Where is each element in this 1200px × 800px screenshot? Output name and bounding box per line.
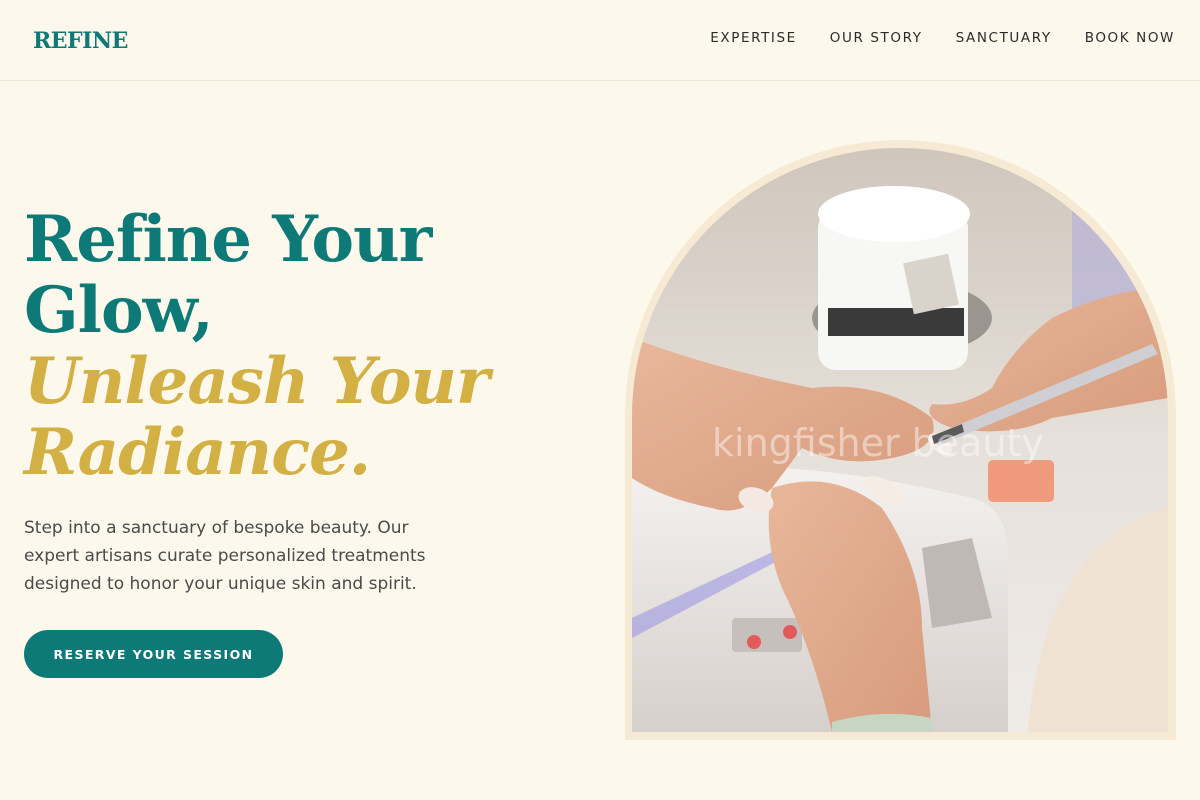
hero-title: Refine Your Glow, Unleash Your Radiance. [24,202,490,490]
nav-item-sanctuary[interactable]: SANCTUARY [956,30,1052,46]
hero-title-line-1: Refine Your [24,202,432,277]
nav-item-expertise[interactable]: EXPERTISE [710,30,797,46]
manicure-photo: kingfisher beauty [632,148,1168,732]
reserve-session-button[interactable]: RESERVE YOUR SESSION [24,630,283,678]
hero-title-line-3: Unleash Your [24,344,490,419]
hero-title-line-4: Radiance. [24,415,371,490]
hero-image: kingfisher beauty [632,148,1168,732]
logo[interactable]: REFINE [33,28,128,54]
hero-title-line-2: Glow, [24,273,214,348]
main-nav: EXPERTISE OUR STORY SANCTUARY BOOK NOW [710,30,1175,46]
nav-item-our-story[interactable]: OUR STORY [830,30,923,46]
site-header: REFINE EXPERTISE OUR STORY SANCTUARY BOO… [0,0,1200,81]
image-watermark: kingfisher beauty [712,421,1044,465]
hero-description: Step into a sanctuary of bespoke beauty.… [24,518,426,594]
nav-item-book-now[interactable]: BOOK NOW [1085,30,1175,46]
